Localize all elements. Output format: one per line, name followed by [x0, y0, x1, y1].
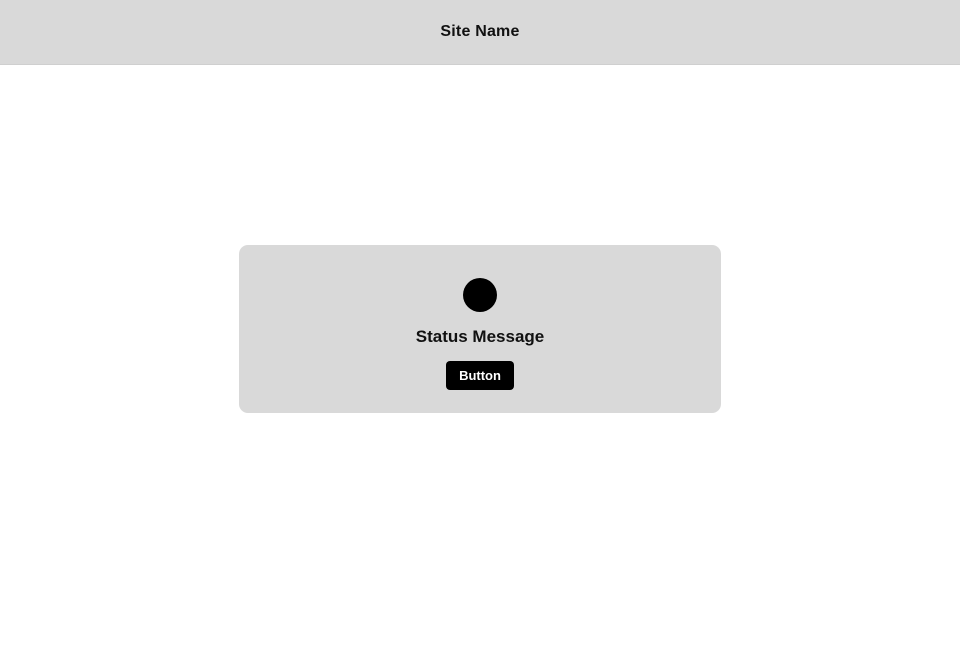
site-header: Site Name — [0, 0, 960, 65]
filled-circle-icon — [463, 278, 497, 312]
site-name: Site Name — [440, 23, 520, 40]
status-message: Status Message — [415, 327, 545, 346]
status-card: Status Message Button — [239, 245, 721, 413]
action-button[interactable]: Button — [446, 361, 514, 390]
